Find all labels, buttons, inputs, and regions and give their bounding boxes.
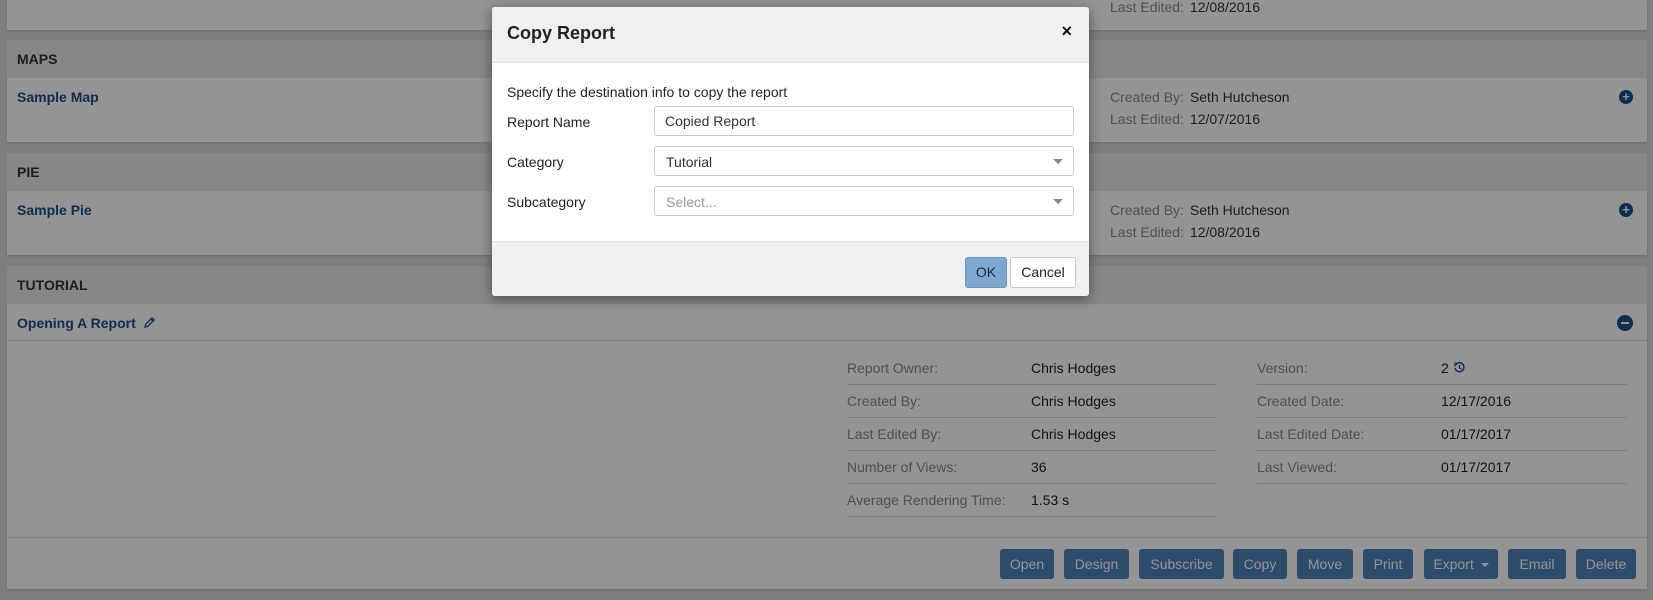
chevron-down-icon	[1053, 199, 1063, 204]
report-name-label: Report Name	[507, 114, 591, 130]
category-selected-value: Tutorial	[666, 154, 713, 170]
dialog-header: Copy Report ×	[492, 7, 1089, 63]
category-label: Category	[507, 154, 564, 170]
copy-report-dialog: Copy Report × Specify the destination in…	[492, 7, 1089, 296]
category-select[interactable]: Tutorial	[654, 146, 1074, 176]
cancel-button[interactable]: Cancel	[1010, 257, 1076, 288]
close-icon[interactable]: ×	[1061, 21, 1072, 42]
subcategory-placeholder: Select...	[666, 194, 717, 210]
dialog-footer: OK Cancel	[492, 241, 1089, 296]
subcategory-select[interactable]: Select...	[654, 186, 1074, 216]
ok-button[interactable]: OK	[965, 257, 1007, 288]
report-name-input[interactable]	[654, 106, 1074, 136]
dialog-instruction: Specify the destination info to copy the…	[507, 84, 788, 100]
subcategory-label: Subcategory	[507, 194, 586, 210]
chevron-down-icon	[1053, 159, 1063, 164]
dialog-title: Copy Report	[507, 23, 615, 43]
dialog-body: Specify the destination info to copy the…	[492, 63, 1089, 241]
